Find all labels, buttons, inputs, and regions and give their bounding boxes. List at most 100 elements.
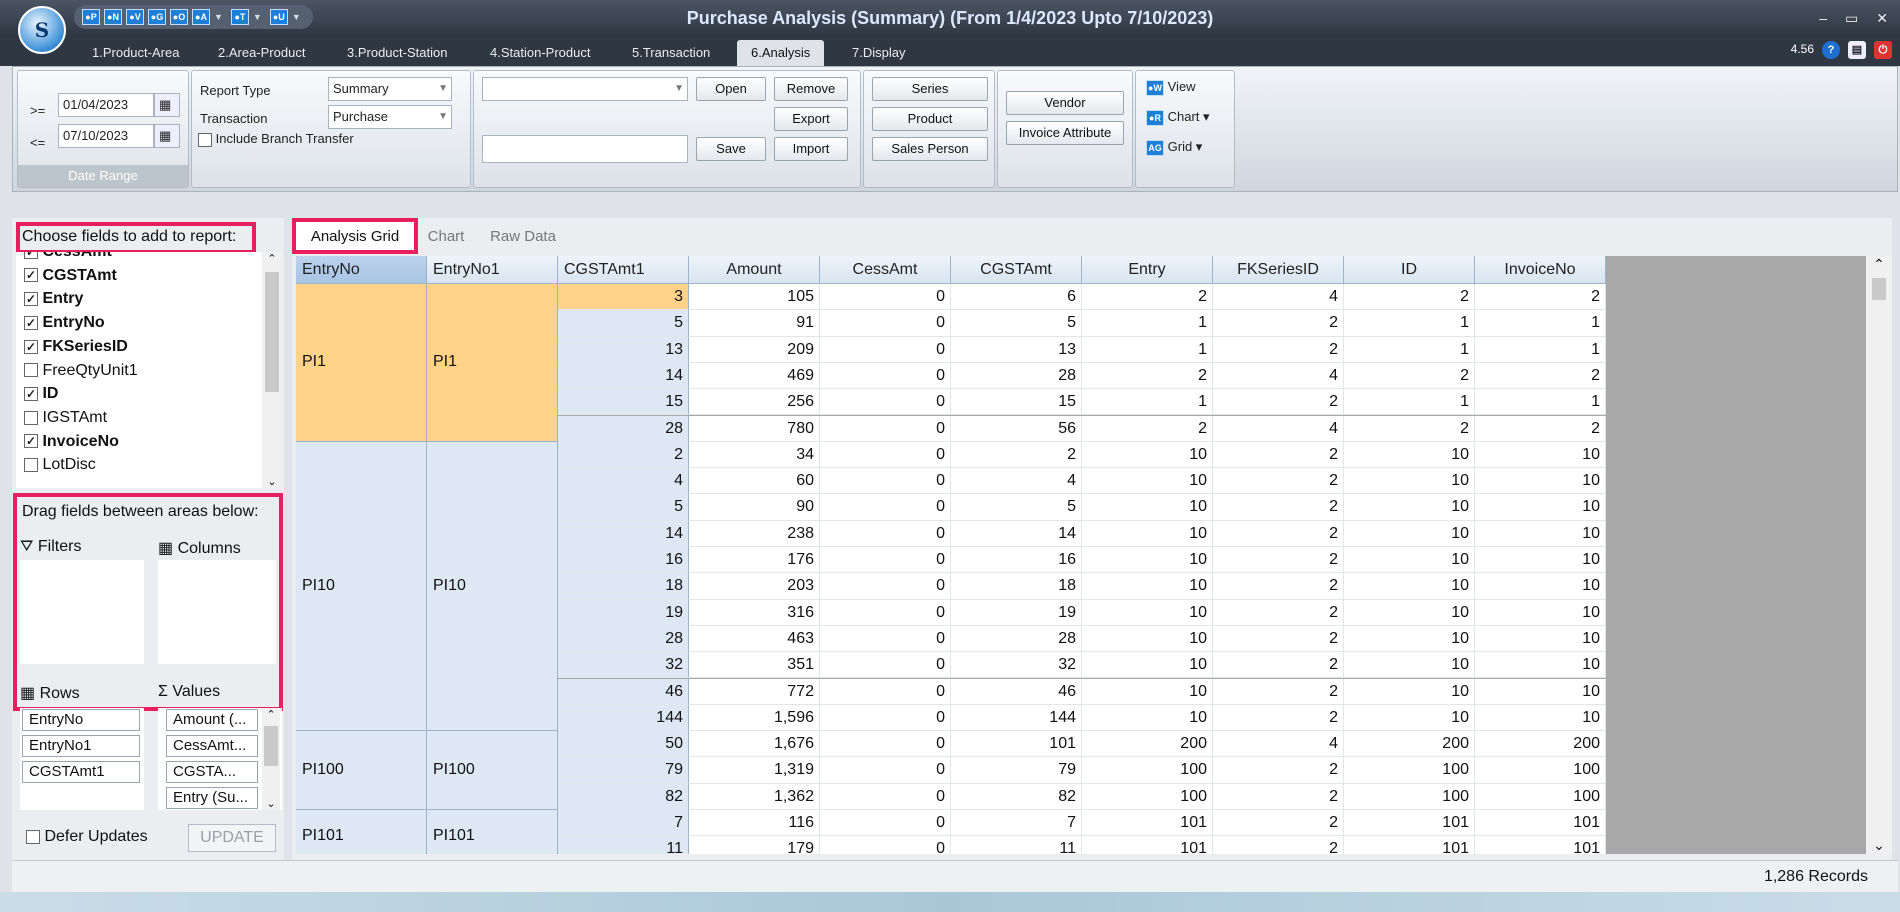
row-key-cell[interactable]: 19	[558, 599, 689, 626]
data-cell[interactable]: 2	[1082, 362, 1213, 390]
data-cell[interactable]: 10	[1344, 573, 1475, 600]
data-cell[interactable]: 2	[1213, 520, 1344, 547]
column-header[interactable]: CGSTAmt1	[558, 256, 689, 284]
data-cell[interactable]: 1	[1344, 389, 1475, 416]
scroll-down-icon[interactable]: ⌄	[1866, 837, 1892, 854]
data-cell[interactable]: 100	[1475, 757, 1606, 784]
chevron-down-icon[interactable]: ▼	[253, 12, 262, 22]
tab-product-area[interactable]: 1.Product-Area	[78, 40, 193, 66]
data-cell[interactable]: 28	[951, 362, 1082, 390]
data-cell[interactable]: 10	[1082, 625, 1213, 653]
series-button[interactable]: Series	[872, 77, 988, 101]
tab-product-station[interactable]: 3.Product-Station	[333, 40, 461, 66]
row-key-cell[interactable]: 14	[558, 362, 689, 390]
data-cell[interactable]: 5	[951, 494, 1082, 521]
exit-icon[interactable]: ⏻	[1874, 41, 1892, 59]
defer-updates-option[interactable]: Defer Updates	[26, 828, 148, 846]
data-cell[interactable]: 10	[1344, 704, 1475, 732]
field-checkbox[interactable]: ✓	[24, 252, 38, 259]
row-key-cell[interactable]: 14	[558, 520, 689, 547]
value-field-cessamt[interactable]: CessAmt...	[166, 735, 258, 757]
data-cell[interactable]: 351	[689, 652, 820, 679]
data-cell[interactable]: 0	[820, 599, 951, 626]
row-key-cell[interactable]: 18	[558, 573, 689, 600]
data-cell[interactable]: 101	[951, 731, 1082, 758]
data-cell[interactable]: 1,596	[689, 704, 820, 732]
data-cell[interactable]: 10	[1344, 625, 1475, 653]
data-cell[interactable]: 16	[951, 547, 1082, 574]
data-cell[interactable]: 10	[1082, 468, 1213, 495]
column-header[interactable]: Amount	[689, 256, 820, 284]
data-cell[interactable]: 10	[1475, 520, 1606, 547]
data-cell[interactable]: 0	[820, 678, 951, 705]
column-header[interactable]: InvoiceNo	[1475, 256, 1606, 284]
tab-chart[interactable]: Chart	[418, 222, 474, 252]
data-cell[interactable]: 10	[1475, 678, 1606, 705]
chevron-down-icon[interactable]: ▼	[214, 12, 223, 22]
data-cell[interactable]: 200	[1344, 731, 1475, 758]
field-list-item[interactable]: ✓ ID	[24, 383, 58, 405]
field-list-item[interactable]: ✓ CGSTAmt	[24, 265, 117, 287]
tab-analysis[interactable]: 6.Analysis	[737, 40, 825, 66]
data-cell[interactable]: 10	[1082, 520, 1213, 547]
data-cell[interactable]: 15	[951, 389, 1082, 416]
maximize-button[interactable]: ▭	[1845, 0, 1858, 36]
tab-area-product[interactable]: 2.Area-Product	[204, 40, 319, 66]
data-cell[interactable]: 2	[1344, 415, 1475, 442]
data-cell[interactable]: 7	[951, 810, 1082, 837]
data-cell[interactable]: 10	[1344, 547, 1475, 574]
notes-icon[interactable]: ▤	[1848, 41, 1866, 59]
data-cell[interactable]: 1,676	[689, 731, 820, 758]
row-key-cell[interactable]: 4	[558, 468, 689, 495]
data-cell[interactable]: 10	[1475, 599, 1606, 626]
data-cell[interactable]: 316	[689, 599, 820, 626]
data-cell[interactable]: 10	[1475, 652, 1606, 679]
save-button[interactable]: Save	[696, 137, 766, 161]
row-group-header[interactable]: PI100	[296, 731, 427, 810]
row-key-cell[interactable]: 2	[558, 441, 689, 469]
column-header[interactable]: Entry	[1082, 256, 1213, 284]
data-cell[interactable]: 2	[1213, 336, 1344, 363]
data-cell[interactable]: 56	[951, 415, 1082, 442]
field-list-item[interactable]: IGSTAmt	[24, 407, 107, 429]
value-field-entry[interactable]: Entry (Su...	[166, 787, 258, 809]
field-list-item[interactable]: ✓ CessAmt	[24, 252, 112, 263]
layout-select[interactable]: ▼	[482, 77, 688, 101]
row-key-cell[interactable]: 5	[558, 494, 689, 521]
data-cell[interactable]: 179	[689, 836, 820, 854]
data-cell[interactable]: 105	[689, 284, 820, 311]
branch-transfer-option[interactable]: Include Branch Transfer	[198, 131, 354, 147]
data-cell[interactable]: 10	[1082, 704, 1213, 732]
data-cell[interactable]: 10	[1082, 652, 1213, 679]
value-field-cgstamt[interactable]: CGSTA...	[166, 761, 258, 783]
sales-person-button[interactable]: Sales Person	[872, 137, 988, 161]
field-list-item[interactable]: LotDisc	[24, 454, 96, 476]
data-cell[interactable]: 28	[951, 625, 1082, 653]
row-field-cgstamt1[interactable]: CGSTAmt1	[22, 761, 140, 783]
data-cell[interactable]: 1,362	[689, 783, 820, 810]
row-key-cell[interactable]: 144	[558, 704, 689, 732]
row-key-cell[interactable]: 11	[558, 836, 689, 854]
data-cell[interactable]: 2	[1213, 704, 1344, 732]
remove-button[interactable]: Remove	[774, 77, 848, 101]
values-drop-area[interactable]: Amount (... CessAmt... CGSTA... Entry (S…	[158, 708, 282, 810]
view-option[interactable]: ●W View	[1146, 79, 1196, 96]
quick-access-button[interactable]: ●T	[230, 9, 249, 25]
row-key-cell[interactable]: 5	[558, 310, 689, 337]
field-checkbox[interactable]: ✓	[24, 292, 38, 307]
data-cell[interactable]: 10	[1082, 547, 1213, 574]
data-cell[interactable]: 101	[1082, 810, 1213, 837]
data-cell[interactable]: 100	[1344, 783, 1475, 810]
field-list-item[interactable]: FreeQtyUnit1	[24, 360, 138, 382]
data-cell[interactable]: 101	[1344, 836, 1475, 854]
data-cell[interactable]: 2	[1344, 284, 1475, 311]
data-cell[interactable]: 91	[689, 310, 820, 337]
data-cell[interactable]: 0	[820, 573, 951, 600]
data-cell[interactable]: 100	[1475, 783, 1606, 810]
data-cell[interactable]: 10	[1344, 494, 1475, 521]
data-cell[interactable]: 101	[1475, 810, 1606, 837]
data-cell[interactable]: 0	[820, 336, 951, 363]
data-cell[interactable]: 19	[951, 599, 1082, 626]
data-cell[interactable]: 0	[820, 441, 951, 469]
invoice-attribute-button[interactable]: Invoice Attribute	[1006, 121, 1124, 145]
